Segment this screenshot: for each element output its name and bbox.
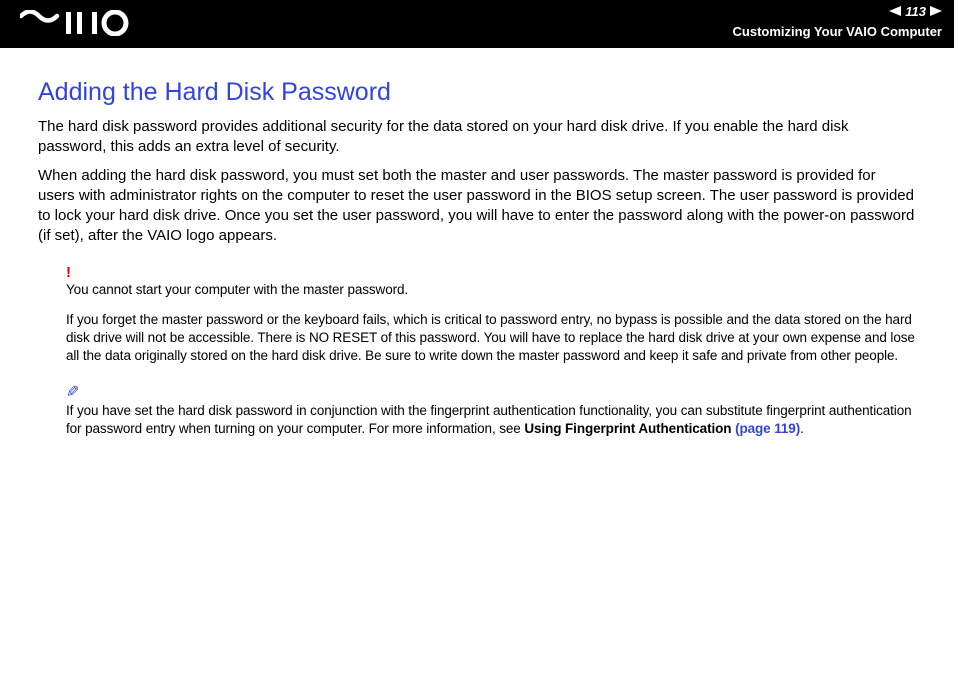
page-title: Adding the Hard Disk Password <box>38 78 916 107</box>
pencil-icon: ✎ <box>66 382 916 402</box>
warning-block: ! You cannot start your computer with th… <box>66 263 916 366</box>
warning-text-2: If you forget the master password or the… <box>66 311 916 366</box>
page-header: 113 Customizing Your VAIO Computer <box>0 0 954 48</box>
breadcrumb: Customizing Your VAIO Computer <box>733 24 942 39</box>
vaio-logo <box>20 10 130 41</box>
next-page-arrow[interactable] <box>930 4 942 19</box>
tip-text-after: . <box>800 421 804 436</box>
tip-text: If you have set the hard disk password i… <box>66 402 916 438</box>
page-content: Adding the Hard Disk Password The hard d… <box>0 48 954 438</box>
intro-paragraph-2: When adding the hard disk password, you … <box>38 166 916 247</box>
tip-page-link[interactable]: (page 119) <box>735 421 800 436</box>
page-number-nav: 113 <box>889 4 942 19</box>
warning-text-1: You cannot start your computer with the … <box>66 281 916 299</box>
tip-link-title: Using Fingerprint Authentication <box>524 421 735 436</box>
exclamation-icon: ! <box>66 263 916 283</box>
page-number: 113 <box>905 4 926 19</box>
intro-paragraph-1: The hard disk password provides addition… <box>38 117 916 158</box>
tip-block: ✎ If you have set the hard disk password… <box>66 382 916 439</box>
prev-page-arrow[interactable] <box>889 4 901 19</box>
